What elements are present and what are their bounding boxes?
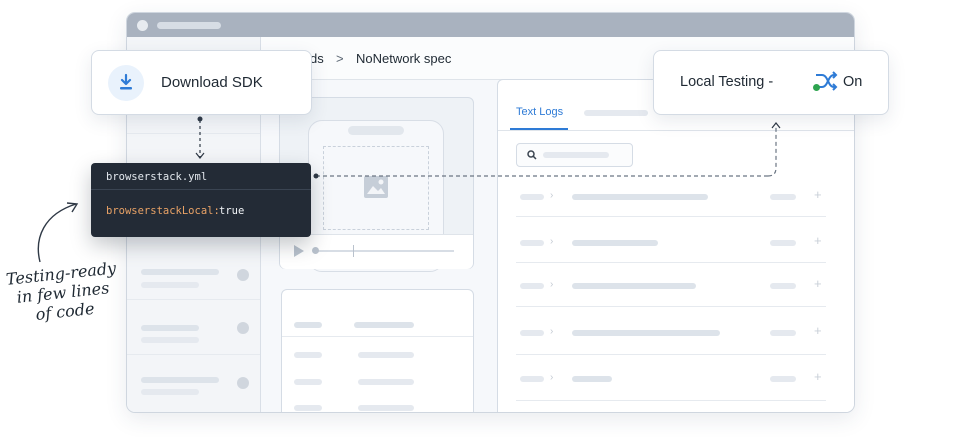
code-key: browserstackLocal: bbox=[106, 205, 220, 217]
local-testing-state[interactable]: On bbox=[843, 74, 862, 90]
code-divider bbox=[91, 189, 311, 190]
download-sdk-label: Download SDK bbox=[161, 74, 263, 91]
local-testing-card[interactable]: Local Testing - On bbox=[653, 50, 889, 115]
code-value: true bbox=[219, 205, 245, 217]
download-icon-bg bbox=[108, 65, 144, 101]
download-icon bbox=[120, 73, 132, 90]
local-testing-label: Local Testing - bbox=[680, 74, 774, 90]
status-dot-icon bbox=[813, 84, 820, 91]
code-filename: browserstack.yml bbox=[106, 171, 208, 183]
code-snippet: browserstack.yml browserstackLocal: true bbox=[91, 163, 311, 237]
download-sdk-card[interactable]: Download SDK bbox=[91, 50, 312, 115]
